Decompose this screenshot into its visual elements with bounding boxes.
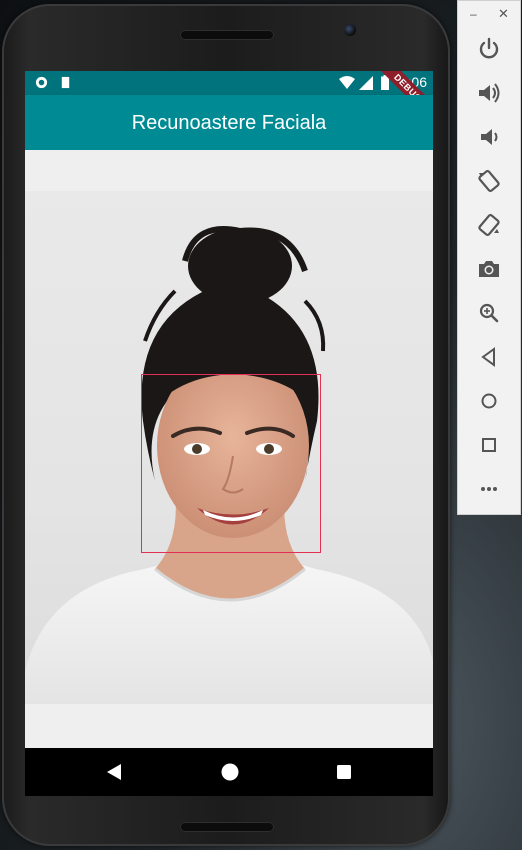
- zoom-icon[interactable]: [475, 299, 503, 327]
- phone-frame: 2:06 DEBUG Recunoastere Faciala: [2, 4, 450, 846]
- volume-down-icon[interactable]: [475, 123, 503, 151]
- content-area: [25, 150, 433, 796]
- app-title: Recunoastere Faciala: [131, 112, 327, 134]
- recents-icon[interactable]: [336, 764, 352, 780]
- overview-icon[interactable]: [475, 431, 503, 459]
- face-photo: [25, 191, 433, 704]
- close-icon[interactable]: ✕: [498, 6, 509, 22]
- camera-icon[interactable]: [475, 255, 503, 283]
- emulator-toolbar: – ✕: [457, 0, 521, 515]
- wifi-icon: [339, 76, 355, 89]
- app-bar: Recunoastere Faciala: [25, 95, 433, 150]
- more-icon[interactable]: [475, 475, 503, 503]
- front-camera: [344, 24, 356, 36]
- navigation-bar: [25, 748, 433, 796]
- back-icon[interactable]: [105, 763, 123, 781]
- earpiece-speaker: [180, 30, 274, 40]
- power-icon[interactable]: [475, 35, 503, 63]
- rotate-right-icon[interactable]: [475, 211, 503, 239]
- minimize-icon[interactable]: –: [470, 7, 477, 21]
- phone-screen: 2:06 DEBUG Recunoastere Faciala: [25, 71, 433, 796]
- rotate-left-icon[interactable]: [475, 167, 503, 195]
- signal-icon: [359, 76, 373, 90]
- home-icon[interactable]: [220, 762, 240, 782]
- bottom-speaker: [180, 822, 274, 832]
- notification-circle-icon: [35, 76, 48, 89]
- volume-up-icon[interactable]: [475, 79, 503, 107]
- face-detection-box: [141, 374, 321, 553]
- status-bar: 2:06 DEBUG: [25, 71, 433, 125]
- toolbar-back-icon[interactable]: [475, 343, 503, 371]
- toolbar-home-icon[interactable]: [475, 387, 503, 415]
- sd-card-icon: [61, 76, 70, 89]
- toolbar-window-controls: – ✕: [458, 5, 522, 25]
